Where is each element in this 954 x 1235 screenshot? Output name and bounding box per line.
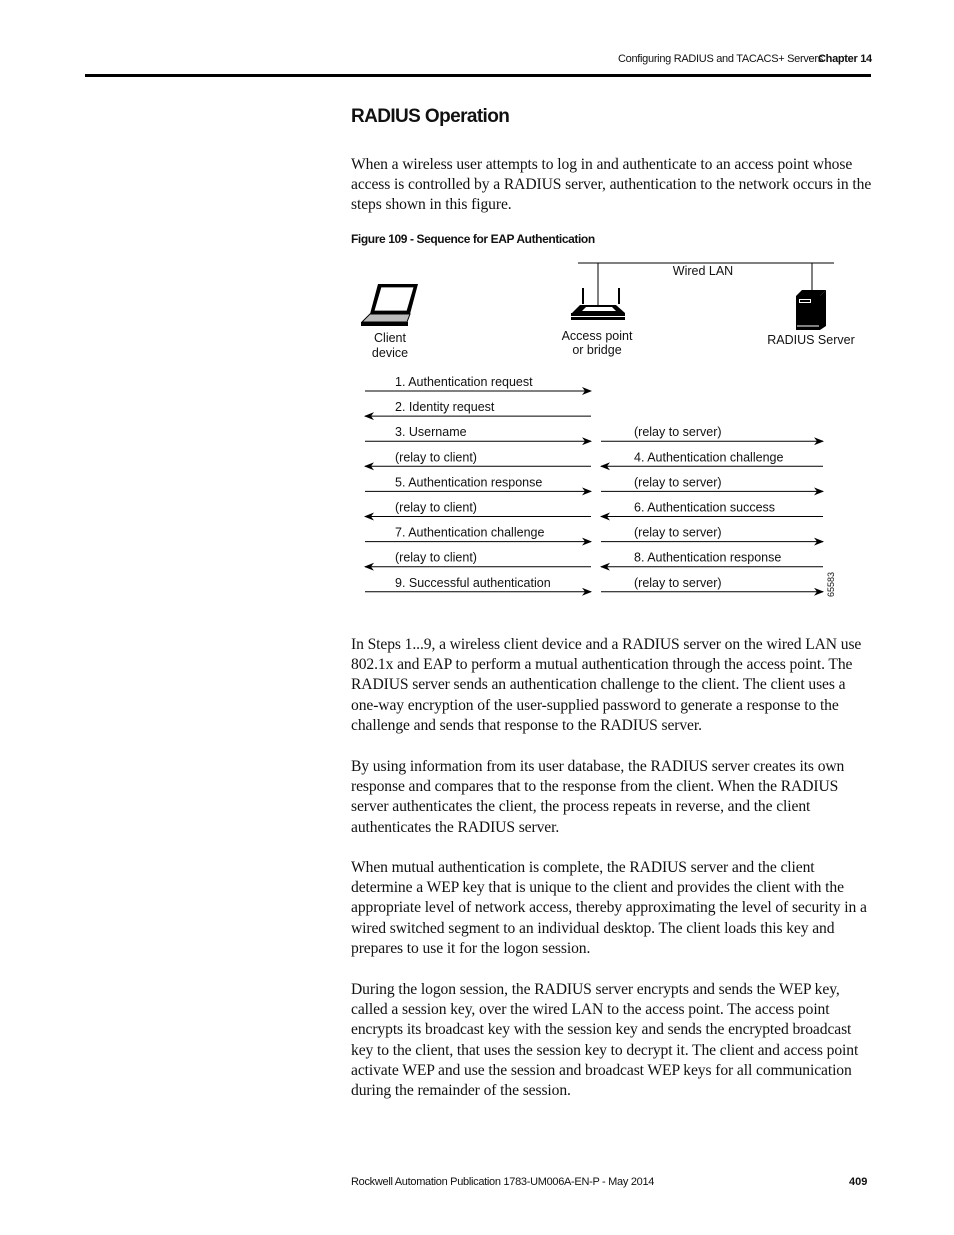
message-label: 3. Username — [395, 425, 467, 439]
message-label: 1. Authentication request — [395, 375, 533, 389]
client-label-line1: Client — [374, 331, 406, 345]
message-label: 6. Authentication success — [634, 501, 775, 515]
message-label: 4. Authentication challenge — [634, 450, 783, 464]
body-paragraph: During the logon session, the RADIUS ser… — [351, 981, 859, 1100]
page-number: 409 — [849, 1176, 868, 1188]
eap-sequence-diagram: Wired LAN Client device Access point or … — [360, 262, 855, 597]
radius-server-icon — [796, 290, 826, 330]
message-label: (relay to server) — [634, 526, 722, 540]
message-label: (relay to server) — [634, 425, 722, 439]
body-paragraph: When mutual authentication is complete, … — [351, 859, 867, 957]
message-label: (relay to client) — [395, 551, 477, 565]
access-point-label-line2: or bridge — [572, 343, 621, 357]
client-label-line2: device — [372, 346, 408, 360]
message-label: 8. Authentication response — [634, 551, 781, 565]
message-label: (relay to server) — [634, 576, 722, 590]
laptop-icon — [360, 284, 418, 326]
message-label: (relay to client) — [395, 450, 477, 464]
message-label: 7. Authentication challenge — [395, 526, 544, 540]
message-label: 9. Successful authentication — [395, 576, 551, 590]
message-label: 5. Authentication response — [395, 475, 542, 489]
message-label: (relay to client) — [395, 501, 477, 515]
figure-id: 65583 — [826, 572, 836, 597]
body-paragraph: By using information from its user datab… — [351, 758, 845, 836]
footer-publication: Rockwell Automation Publication 1783-UM0… — [351, 1176, 655, 1188]
access-point-label-line1: Access point — [562, 329, 633, 343]
radius-server-label: RADIUS Server — [767, 333, 855, 347]
body-paragraph: In Steps 1...9, a wireless client device… — [351, 636, 862, 734]
wired-lan-label: Wired LAN — [673, 264, 733, 278]
message-label: (relay to server) — [634, 475, 722, 489]
message-label: 2. Identity request — [395, 400, 495, 414]
